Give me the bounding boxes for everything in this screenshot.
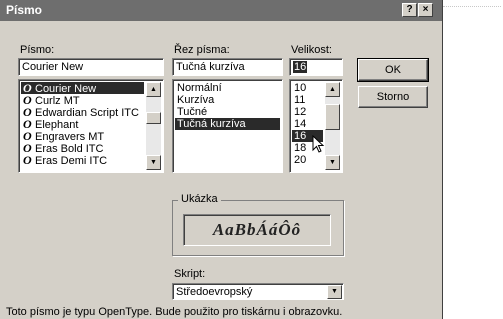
size-list-item[interactable]: 20 <box>292 154 323 166</box>
divider <box>443 6 501 7</box>
scroll-down-arrow-icon[interactable]: ▼ <box>325 155 340 170</box>
ok-button[interactable]: OK <box>357 58 429 82</box>
scroll-thumb[interactable] <box>325 104 340 130</box>
scroll-up-arrow-icon[interactable]: ▲ <box>146 82 161 97</box>
size-list-item[interactable]: 11 <box>292 94 323 106</box>
font-list-item[interactable]: O Elephant <box>21 118 144 131</box>
style-label: Řez písma: <box>174 44 230 56</box>
title-bar[interactable]: Písmo ? × <box>0 0 442 21</box>
font-list[interactable]: O Courier New O Curlz MT O Edwardian Script I… <box>18 79 164 173</box>
font-list-item-label: Eras Demi ITC <box>35 155 108 167</box>
font-list-item[interactable]: O Eras Demi ITC <box>21 153 144 167</box>
info-text: Toto písmo je typu OpenType. Bude použit… <box>6 306 343 318</box>
style-list[interactable]: Normální Kurzíva Tučné Tučná kurzíva <box>172 79 283 173</box>
scroll-up-arrow-icon[interactable]: ▲ <box>325 82 340 97</box>
script-label: Skript: <box>174 268 206 280</box>
script-select[interactable]: Středoevropský ▼ <box>172 283 344 300</box>
opentype-font-icon: O <box>23 153 32 167</box>
font-dialog: Písmo ? × Písmo: Courier New O Courier Ne… <box>0 0 443 319</box>
font-list-scrollbar[interactable]: ▲ ▼ <box>146 82 161 170</box>
size-list[interactable]: 10 11 12 14 16 18 20 ▲ ▼ <box>289 79 343 173</box>
font-name-input[interactable]: Courier New <box>18 58 164 76</box>
script-select-value: Středoevropský <box>176 286 253 298</box>
style-input[interactable]: Tučná kurzíva <box>172 58 283 76</box>
font-list-item[interactable]: O Eras Bold ITC <box>21 142 144 155</box>
cancel-button[interactable]: Storno <box>358 86 428 108</box>
size-list-item[interactable]: 10 <box>292 82 323 94</box>
sample-preview: AaBbÁáÔô <box>183 214 331 246</box>
font-list-item[interactable]: O Engravers MT <box>21 130 144 143</box>
mouse-cursor-icon <box>312 135 325 153</box>
close-button[interactable]: × <box>418 3 433 17</box>
style-list-item[interactable]: Normální <box>175 82 280 94</box>
font-list-item[interactable]: O Courier New <box>21 82 144 95</box>
dialog-title: Písmo <box>6 3 43 17</box>
chevron-down-icon[interactable]: ▼ <box>327 285 342 299</box>
size-label: Velikost: <box>291 44 332 56</box>
size-list-item[interactable]: 12 <box>292 106 323 118</box>
size-list-item[interactable]: 14 <box>292 118 323 130</box>
font-list-item[interactable]: O Edwardian Script ITC <box>21 106 144 119</box>
style-list-item[interactable]: Tučné <box>175 106 280 118</box>
help-button[interactable]: ? <box>402 3 417 17</box>
style-list-item[interactable]: Kurzíva <box>175 94 280 106</box>
scroll-down-arrow-icon[interactable]: ▼ <box>146 155 161 170</box>
font-label: Písmo: <box>20 44 55 56</box>
font-list-item[interactable]: O Curlz MT <box>21 94 144 107</box>
size-input[interactable]: 16 <box>289 58 343 76</box>
style-list-item[interactable]: Tučná kurzíva <box>175 118 280 130</box>
size-list-scrollbar[interactable]: ▲ ▼ <box>325 82 340 170</box>
scroll-thumb[interactable] <box>146 112 161 124</box>
sample-label: Ukázka <box>178 193 221 205</box>
size-input-value: 16 <box>293 61 308 73</box>
